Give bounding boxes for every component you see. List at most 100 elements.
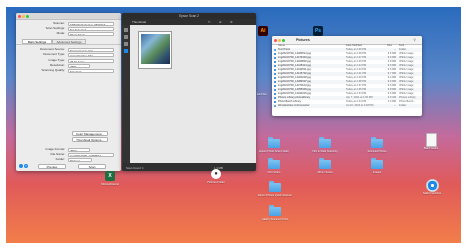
settings-tabs: Main Settings Advanced Settings bbox=[16, 38, 121, 45]
safari-app-icon[interactable] bbox=[426, 179, 439, 192]
file-icon bbox=[274, 80, 277, 84]
folder-label: Folder: bbox=[55, 157, 65, 161]
illustrator-app-icon[interactable]: Ai bbox=[258, 26, 268, 36]
file-icon bbox=[274, 92, 277, 96]
folder-icon bbox=[274, 48, 277, 52]
partial-desktop-label: sat Files bbox=[257, 93, 267, 96]
minimize-button[interactable] bbox=[22, 14, 25, 18]
document-icon[interactable] bbox=[426, 133, 437, 147]
file-icon bbox=[274, 84, 277, 88]
desktop-icon-label: Images bbox=[372, 171, 382, 174]
folder-select[interactable]: Pictures bbox=[68, 157, 92, 162]
folder-icon[interactable] bbox=[269, 181, 281, 192]
rotate-icon[interactable]: ↻ bbox=[208, 20, 211, 24]
zoom-icon[interactable]: ⊕ bbox=[219, 20, 222, 24]
desktop-icon-label: Film Scans bbox=[267, 171, 281, 174]
desktop-icon-label: Gallery Scanned Prints bbox=[261, 218, 289, 221]
photoshop-icon-label: Ps bbox=[314, 28, 322, 34]
mode-select[interactable]: Photo Mode bbox=[68, 31, 114, 36]
mode-row: Mode: Photo Mode bbox=[22, 31, 118, 36]
file-icon bbox=[274, 68, 277, 72]
scanning-quality-select[interactable]: Standard bbox=[68, 68, 114, 73]
tool-sidebar bbox=[122, 25, 130, 163]
thumbnail-tab[interactable]: Thumbnail bbox=[132, 20, 146, 24]
mode-label: Mode: bbox=[56, 31, 65, 35]
file-kind: Folder bbox=[399, 104, 407, 107]
help-icon[interactable]: ? bbox=[24, 164, 28, 168]
document-type-row: Document Type: Color Positive Film bbox=[22, 52, 118, 57]
close-button[interactable] bbox=[18, 14, 21, 18]
document-type-select[interactable]: Color Positive Film bbox=[68, 52, 114, 57]
excel-app-icon[interactable]: X bbox=[105, 171, 115, 181]
image-type-select[interactable]: 48-bit Color bbox=[68, 58, 114, 63]
folder-icon[interactable] bbox=[319, 137, 331, 148]
file-icon bbox=[274, 56, 277, 60]
scanner-select[interactable]: EPSON Perfection V600/GT- bbox=[68, 21, 114, 26]
folder-icon[interactable] bbox=[371, 137, 383, 148]
tab-main-settings[interactable]: Main Settings bbox=[22, 38, 52, 44]
settings-icon[interactable] bbox=[19, 164, 23, 168]
finder-list-row[interactable]: Wondershare UniConverter Jul 22, 2020 at … bbox=[272, 104, 422, 108]
folder-icon bbox=[274, 104, 277, 108]
file-icon bbox=[274, 96, 277, 100]
scan-button[interactable]: Scan bbox=[78, 163, 106, 169]
scanned-slide-thumbnail[interactable] bbox=[138, 31, 172, 69]
illustrator-icon-label: Ai bbox=[260, 28, 266, 34]
file-icon bbox=[274, 64, 277, 68]
desktop-icon-label: Microsoft Excel bbox=[101, 183, 119, 186]
finder-window: Pictures ⚲ Name Date Modified Size Kind … bbox=[272, 36, 422, 116]
folder-icon[interactable] bbox=[319, 158, 331, 169]
scan-count-text: Scan Count: 1 bbox=[126, 165, 144, 170]
photoshop-app-icon[interactable]: Ps bbox=[313, 26, 323, 36]
file-date: Jul 22, 2020 at 2:48 PM bbox=[346, 104, 374, 107]
scan-settings-window: Scanner: EPSON Perfection V600/GT- Scan … bbox=[16, 13, 121, 171]
color-management-button[interactable]: Color Management... bbox=[72, 131, 108, 136]
desktop: Scanner: EPSON Perfection V600/GT- Scan … bbox=[6, 7, 461, 243]
desktop-icon-label: Safari Favorites bbox=[422, 192, 442, 195]
desktop-icon-label: Batch Scans bbox=[423, 147, 439, 150]
finder-close-button[interactable] bbox=[274, 38, 277, 42]
thumbnail-statusbar: Scan Count: 1 1.3 MB bbox=[122, 163, 256, 171]
file-icon bbox=[274, 76, 277, 80]
desktop-icon-label: Epson Photo Scan Folder bbox=[259, 150, 289, 153]
file-size: -- bbox=[394, 104, 396, 107]
zoom-button[interactable] bbox=[26, 14, 29, 18]
finder-zoom-button[interactable] bbox=[282, 38, 285, 42]
folder-icon[interactable] bbox=[268, 137, 280, 148]
thumbnail-window-title: Epson Scan 2 bbox=[179, 14, 199, 18]
desktop-icon-label: Film & Slide Scanning bbox=[312, 150, 338, 153]
preview-area bbox=[130, 25, 256, 163]
finder-minimize-button[interactable] bbox=[278, 38, 281, 42]
preview-button[interactable]: Preview bbox=[38, 163, 66, 169]
desktop-icon-label: Scanned Photos bbox=[367, 150, 387, 153]
adjust-tool-icon[interactable] bbox=[124, 42, 128, 46]
camera-app-icon[interactable]: ● bbox=[211, 169, 221, 179]
folder-icon[interactable] bbox=[371, 158, 383, 169]
folder-row: Folder: Pictures bbox=[22, 157, 118, 162]
desktop-icon-label: Epson Photos Quick Scanner bbox=[258, 194, 292, 197]
photo-thumbnail-image bbox=[140, 33, 170, 64]
desktop-icon-label: Album Scans bbox=[317, 171, 333, 174]
scanning-quality-label: Scanning Quality: bbox=[41, 68, 65, 72]
crop-tool-icon[interactable] bbox=[124, 35, 128, 39]
resolution-select[interactable]: 4800 bbox=[68, 63, 90, 68]
settings-gear-icon[interactable]: ⚙ bbox=[230, 20, 233, 24]
scan-settings-select[interactable]: Not Selected bbox=[68, 26, 114, 31]
thumbnail-options-button[interactable]: Thumbnail Options... bbox=[72, 137, 108, 142]
image-format-select[interactable]: JPEG bbox=[68, 147, 90, 152]
file-icon bbox=[274, 88, 277, 92]
document-source-select[interactable]: Transparency Unit bbox=[68, 47, 114, 52]
file-name-field[interactable]: img20210700_14483514 bbox=[68, 152, 114, 157]
thumbnail-window: Epson Scan 2 Thumbnail ↻ ⊕ ⚙ Scan Count:… bbox=[122, 13, 256, 171]
scan-settings-titlebar bbox=[16, 13, 121, 20]
file-icon bbox=[274, 52, 277, 56]
folder-icon[interactable] bbox=[269, 205, 281, 216]
select-tool-icon[interactable] bbox=[124, 28, 128, 32]
desktop-icon-label: Pictures Folder bbox=[207, 181, 225, 184]
file-name: Wondershare UniConverter bbox=[278, 104, 310, 107]
finder-search-icon[interactable]: ⚲ bbox=[413, 38, 416, 42]
folder-icon[interactable] bbox=[268, 158, 280, 169]
marquee-tool-icon[interactable] bbox=[124, 49, 128, 53]
tab-advanced-settings[interactable]: Advanced Settings bbox=[52, 38, 86, 44]
finder-file-list: Test Prints Today at 2:00 PM -- Folder img20… bbox=[272, 48, 422, 116]
